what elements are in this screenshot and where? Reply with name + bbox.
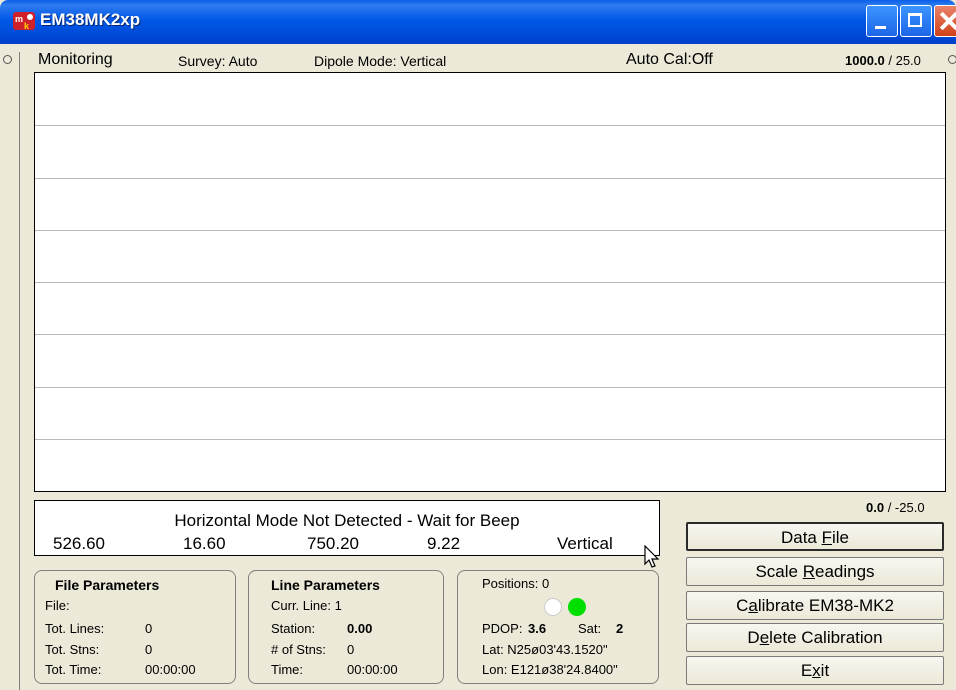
file-parameters-group: File Parameters File: Tot. Lines: 0 Tot.… [34,570,236,684]
scale-top: 1000.0 / 25.0 [845,53,921,68]
minimize-button[interactable] [866,5,898,37]
line-parameters-group: Line Parameters Curr. Line: 1 Station: 0… [248,570,444,684]
survey-label: Survey: Auto [178,53,258,69]
data-file-label-key: F [821,528,832,547]
graph-gridline [35,282,945,283]
delete-calibration-button[interactable]: Delete Calibration [686,623,944,652]
scale-readings-label-key: R [802,562,815,581]
reading-value-1: 526.60 [53,534,105,553]
scale-readings-label-post: eadings [814,562,875,581]
time-label: Time: [271,662,304,677]
close-button[interactable] [934,5,956,37]
em38-app-icon: m k [13,12,35,31]
graph-gridline [35,125,945,126]
latitude-label: Lat: N25ø03'43.1520" [482,642,608,657]
time-value: 00:00:00 [347,662,398,677]
station-value: 0.00 [347,621,373,636]
status-message: Horizontal Mode Not Detected - Wait for … [174,511,520,530]
tot-stns-value: 0 [145,642,153,657]
graph-gridline [35,334,945,335]
scale-readings-button[interactable]: Scale Readings [686,557,944,586]
calibrate-label-key: a [748,596,758,615]
calibrate-button[interactable]: Calibrate EM38-MK2 [686,591,944,620]
file-label: File: [45,598,70,613]
delete-calibration-label-pre: D [747,628,760,647]
sat-label: Sat: [578,621,602,636]
right-splitter-knob[interactable] [948,55,956,64]
gps-status-indicator-on [568,598,586,616]
auto-cal-label: Auto Cal:Off [626,51,713,68]
positions-label: Positions: 0 [482,576,550,591]
sat-value: 2 [616,621,624,636]
calibrate-label-pre: C [736,596,749,615]
title-bar[interactable]: m k EM38MK2xp [0,0,956,44]
scale-bottom-sep: / -25.0 [884,500,925,515]
tot-lines-value: 0 [145,621,153,636]
maximize-button[interactable] [900,5,932,37]
graph-gridline [35,230,945,231]
reading-value-3: 750.20 [307,534,359,553]
app-window: m k EM38MK2xp Monitoring Survey: Auto Di… [0,0,956,690]
reading-value-4: 9.22 [427,534,461,553]
pdop-label: PDOP: [482,621,523,636]
readout-panel: Horizontal Mode Not Detected - Wait for … [34,500,660,556]
exit-label-post: it [820,661,830,680]
tot-lines-label: Tot. Lines: [45,621,105,636]
line-parameters-title: Line Parameters [271,577,380,593]
delete-calibration-label-post: lete Calibration [769,628,883,647]
calibrate-label-post: librate EM38-MK2 [757,596,894,615]
data-file-button[interactable]: Data File [686,522,944,551]
file-parameters-title: File Parameters [55,577,160,593]
window-title: EM38MK2xp [40,10,141,29]
mode-label: Monitoring [38,51,113,68]
svg-text:m: m [15,14,23,24]
mouse-cursor-icon [644,545,660,568]
scale-bottom-value: 0.0 [866,500,885,515]
dipole-mode-value: Vertical [557,534,613,553]
pdop-value: 3.6 [528,621,547,636]
graph-gridline [35,178,945,179]
graph-gridline [35,387,945,388]
tot-stns-label: Tot. Stns: [45,642,100,657]
scale-top-sep: / 25.0 [884,53,921,68]
gps-status-indicator-off [544,598,562,616]
dipole-mode-label: Dipole Mode: Vertical [314,53,447,69]
scale-bottom: 0.0 / -25.0 [866,500,925,515]
left-splitter[interactable] [19,52,20,690]
exit-label-key: x [812,661,821,680]
readings-graph [34,72,946,492]
num-stns-label: # of Stns: [271,642,326,657]
left-splitter-knob[interactable] [3,55,12,64]
tot-time-value: 00:00:00 [145,662,196,677]
data-file-label-post: ile [832,528,850,547]
longitude-label: Lon: E121ø38'24.8400" [482,662,618,677]
exit-button[interactable]: Exit [686,656,944,685]
reading-value-2: 16.60 [183,534,226,553]
scale-top-value: 1000.0 [845,53,885,68]
exit-label-pre: E [800,661,813,680]
graph-gridline [35,439,945,440]
curr-line-label: Curr. Line: 1 [271,598,342,613]
tot-time-label: Tot. Time: [45,662,102,677]
gps-group: Positions: 0 PDOP: 3.6 Sat: 2 Lat: N25ø0… [457,570,659,684]
data-file-label-pre: Data [780,528,822,547]
num-stns-value: 0 [347,642,355,657]
delete-calibration-label-key: e [759,628,770,647]
station-label: Station: [271,621,316,636]
scale-readings-label-pre: Scale [755,562,803,581]
